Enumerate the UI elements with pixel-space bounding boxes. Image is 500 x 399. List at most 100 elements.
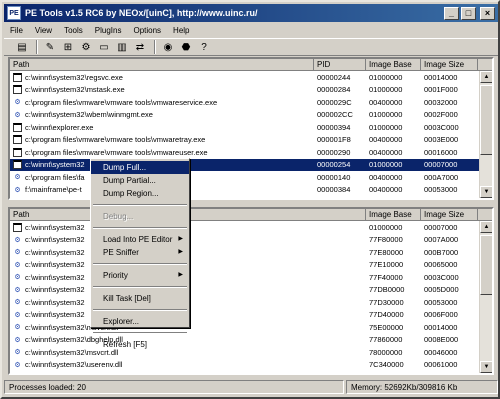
process-image-base: 00400000 [369,97,403,107]
menu-help[interactable]: Help [167,26,195,35]
process-row[interactable]: c:\winnt\system32\regsvc.exe 00000244 0100… [10,71,492,84]
process-list[interactable]: Path PID Image Base Image Size c:\winnt\… [8,57,494,200]
menu-view[interactable]: View [29,26,58,35]
process-row[interactable]: c:\winnt\explorer.exe 00000394 01000000 000… [10,121,492,134]
process-path: c:\winnt\explorer.exe [10,122,314,132]
module-image-base: 77DB0000 [369,285,405,295]
title-bar[interactable]: PE PE Tools v1.5 RC6 by NEOx/[uinC], htt… [4,4,498,22]
module-scrollbar[interactable]: ▲ ▼ [479,221,492,373]
window-title: PE Tools v1.5 RC6 by NEOx/[uinC], http:/… [25,8,258,18]
menu-item-dump-partial[interactable]: Dump Partial... [91,174,189,187]
globe-icon[interactable]: ◉ [160,40,176,54]
menu-separator [93,263,187,265]
menu-tools[interactable]: Tools [58,26,89,35]
dll-icon: ⚙ [14,286,21,294]
module-row[interactable]: ⚙ c:\winnt\system32 77E80000 000B7000 [10,246,492,259]
module-path-text: c:\winnt\system32 [25,222,85,232]
minimize-button[interactable]: _ [444,6,459,20]
menu-file[interactable]: File [4,26,29,35]
module-image-base: 78000000 [369,347,403,357]
module-row[interactable]: ⚙ c:\winnt\system32 77F80000 0007A000 [10,234,492,247]
sniff-icon[interactable]: ⚙ [78,40,94,54]
close-button[interactable]: × [480,6,495,20]
module-row[interactable]: ⚙ c:\winnt\system32\dbghelp.dll 77860000 00… [10,334,492,347]
process-row[interactable]: c:\program files\vmware\vmware tools\vmw… [10,134,492,147]
module-list[interactable]: Path Image Base Image Size c:\winnt\syst… [8,207,494,375]
module-row[interactable]: ⚙ c:\winnt\system32 77D40000 0006F000 [10,309,492,322]
menu-item-explorer[interactable]: Explorer... [91,315,189,328]
folder-icon[interactable]: ▭ [96,40,112,54]
process-list-header: Path PID Image Base Image Size [10,59,492,71]
help-icon[interactable]: ? [196,40,212,54]
menu-item-refresh-f5[interactable]: Refresh [F5] [91,338,189,351]
module-row[interactable]: ⚙ c:\winnt\system32\msvcrt.dll 75E00000 000… [10,321,492,334]
scroll-down-arrow[interactable]: ▼ [480,186,492,198]
process-image-base: 00400000 [369,135,403,145]
scroll-up-arrow[interactable]: ▲ [480,221,492,233]
column-image-base[interactable]: Image Base [366,59,421,71]
pane-splitter[interactable] [8,201,494,206]
edit-icon[interactable]: ✎ [42,40,58,54]
list-icon[interactable]: ▤ [14,40,30,54]
tree-icon[interactable]: ⊞ [60,40,76,54]
submenu-arrow-icon: ▶ [178,272,183,278]
column-image-size[interactable]: Image Size [421,209,478,221]
column-image-size[interactable]: Image Size [421,59,478,71]
menu-item-priority[interactable]: Priority ▶ [91,269,189,282]
module-image-size: 00007000 [424,222,458,232]
module-image-size: 00014000 [424,322,458,332]
status-processes-loaded: Processes loaded: 20 [4,380,344,394]
scroll-thumb[interactable] [480,235,492,295]
process-image-size: 000A7000 [424,172,459,182]
process-pid: 00000244 [317,72,351,82]
module-row[interactable]: ⚙ c:\winnt\system32 77F40000 0003C000 [10,271,492,284]
process-image-size: 0003C000 [424,122,459,132]
module-row[interactable]: ⚙ c:\winnt\system32 77E10000 00065000 [10,259,492,272]
menu-item-load-into-pe-editor[interactable]: Load Into PE Editor ▶ [91,233,189,246]
menu-item-label: Refresh [F5] [103,340,148,349]
module-row[interactable]: ⚙ c:\winnt\system32\msvcrt.dll 78000000 000… [10,346,492,359]
process-row[interactable]: ⚙ c:\winnt\system32\wbem\winmgmt.exe 00000… [10,109,492,122]
process-row[interactable]: c:\program files\vmware\vmware tools\vmw… [10,146,492,159]
scroll-down-arrow[interactable]: ▼ [480,361,492,373]
process-image-size: 00032000 [424,97,458,107]
column-path[interactable]: Path [10,59,314,71]
process-path-text: f:\mainframe\pe-t [25,185,82,195]
menu-item-label: Load Into PE Editor [103,235,173,244]
module-row[interactable]: ⚙ c:\winnt\system32 77D30000 00053000 [10,296,492,309]
process-image-size: 00053000 [424,185,458,195]
menu-item-pe-sniffer[interactable]: PE Sniffer ▶ [91,246,189,259]
process-row[interactable]: ⚙ c:\program files\fa 00000140 00400000 000A… [10,171,492,184]
menu-item-dump-full[interactable]: Dump Full... [91,161,189,174]
process-path-text: c:\program files\vmware\vmware tools\vmw… [25,97,218,107]
menu-item-dump-region[interactable]: Dump Region... [91,187,189,200]
module-image-base: 77D40000 [369,310,404,320]
module-row[interactable]: c:\winnt\system32 01000000 00007000 [10,221,492,234]
module-image-size: 0005D000 [424,285,459,295]
process-path-text: c:\winnt\system32\wbem\winmgmt.exe [25,110,153,120]
menu-item-kill-task-del[interactable]: Kill Task [Del] [91,292,189,305]
editor-icon[interactable]: ▥ [114,40,130,54]
column-pid[interactable]: PID [314,59,366,71]
column-image-base[interactable]: Image Base [366,209,421,221]
process-row[interactable]: ⚙ f:\mainframe\pe-t 00000384 00400000 000530… [10,184,492,197]
maximize-button[interactable]: □ [461,6,476,20]
status-memory: Memory: 52692Kb/309816 Kb [346,380,498,394]
menu-item-label: Dump Region... [103,189,159,198]
process-pid: 00000254 [317,160,351,170]
exe-icon [13,72,22,82]
module-row[interactable]: ⚙ c:\winnt\system32\userenv.dll 7C340000 00… [10,359,492,372]
shield-icon[interactable]: ⬣ [178,40,194,54]
menu-plugins[interactable]: PlugIns [89,26,128,35]
menu-options[interactable]: Options [127,26,167,35]
module-row[interactable]: ⚙ c:\winnt\system32 77DB0000 0005D000 [10,284,492,297]
menu-item-label: Dump Partial... [103,176,156,185]
service-icon: ⚙ [14,99,21,107]
process-scrollbar[interactable]: ▲ ▼ [479,71,492,198]
compare-icon[interactable]: ⇄ [132,40,148,54]
process-row[interactable]: c:\winnt\system32 00000254 01000000 0000700… [10,158,492,171]
process-row[interactable]: c:\winnt\system32\mstask.exe 00000284 0100… [10,84,492,97]
scroll-thumb[interactable] [480,85,492,155]
scroll-up-arrow[interactable]: ▲ [480,71,492,83]
process-row[interactable]: ⚙ c:\program files\vmware\vmware tools\vm… [10,96,492,109]
